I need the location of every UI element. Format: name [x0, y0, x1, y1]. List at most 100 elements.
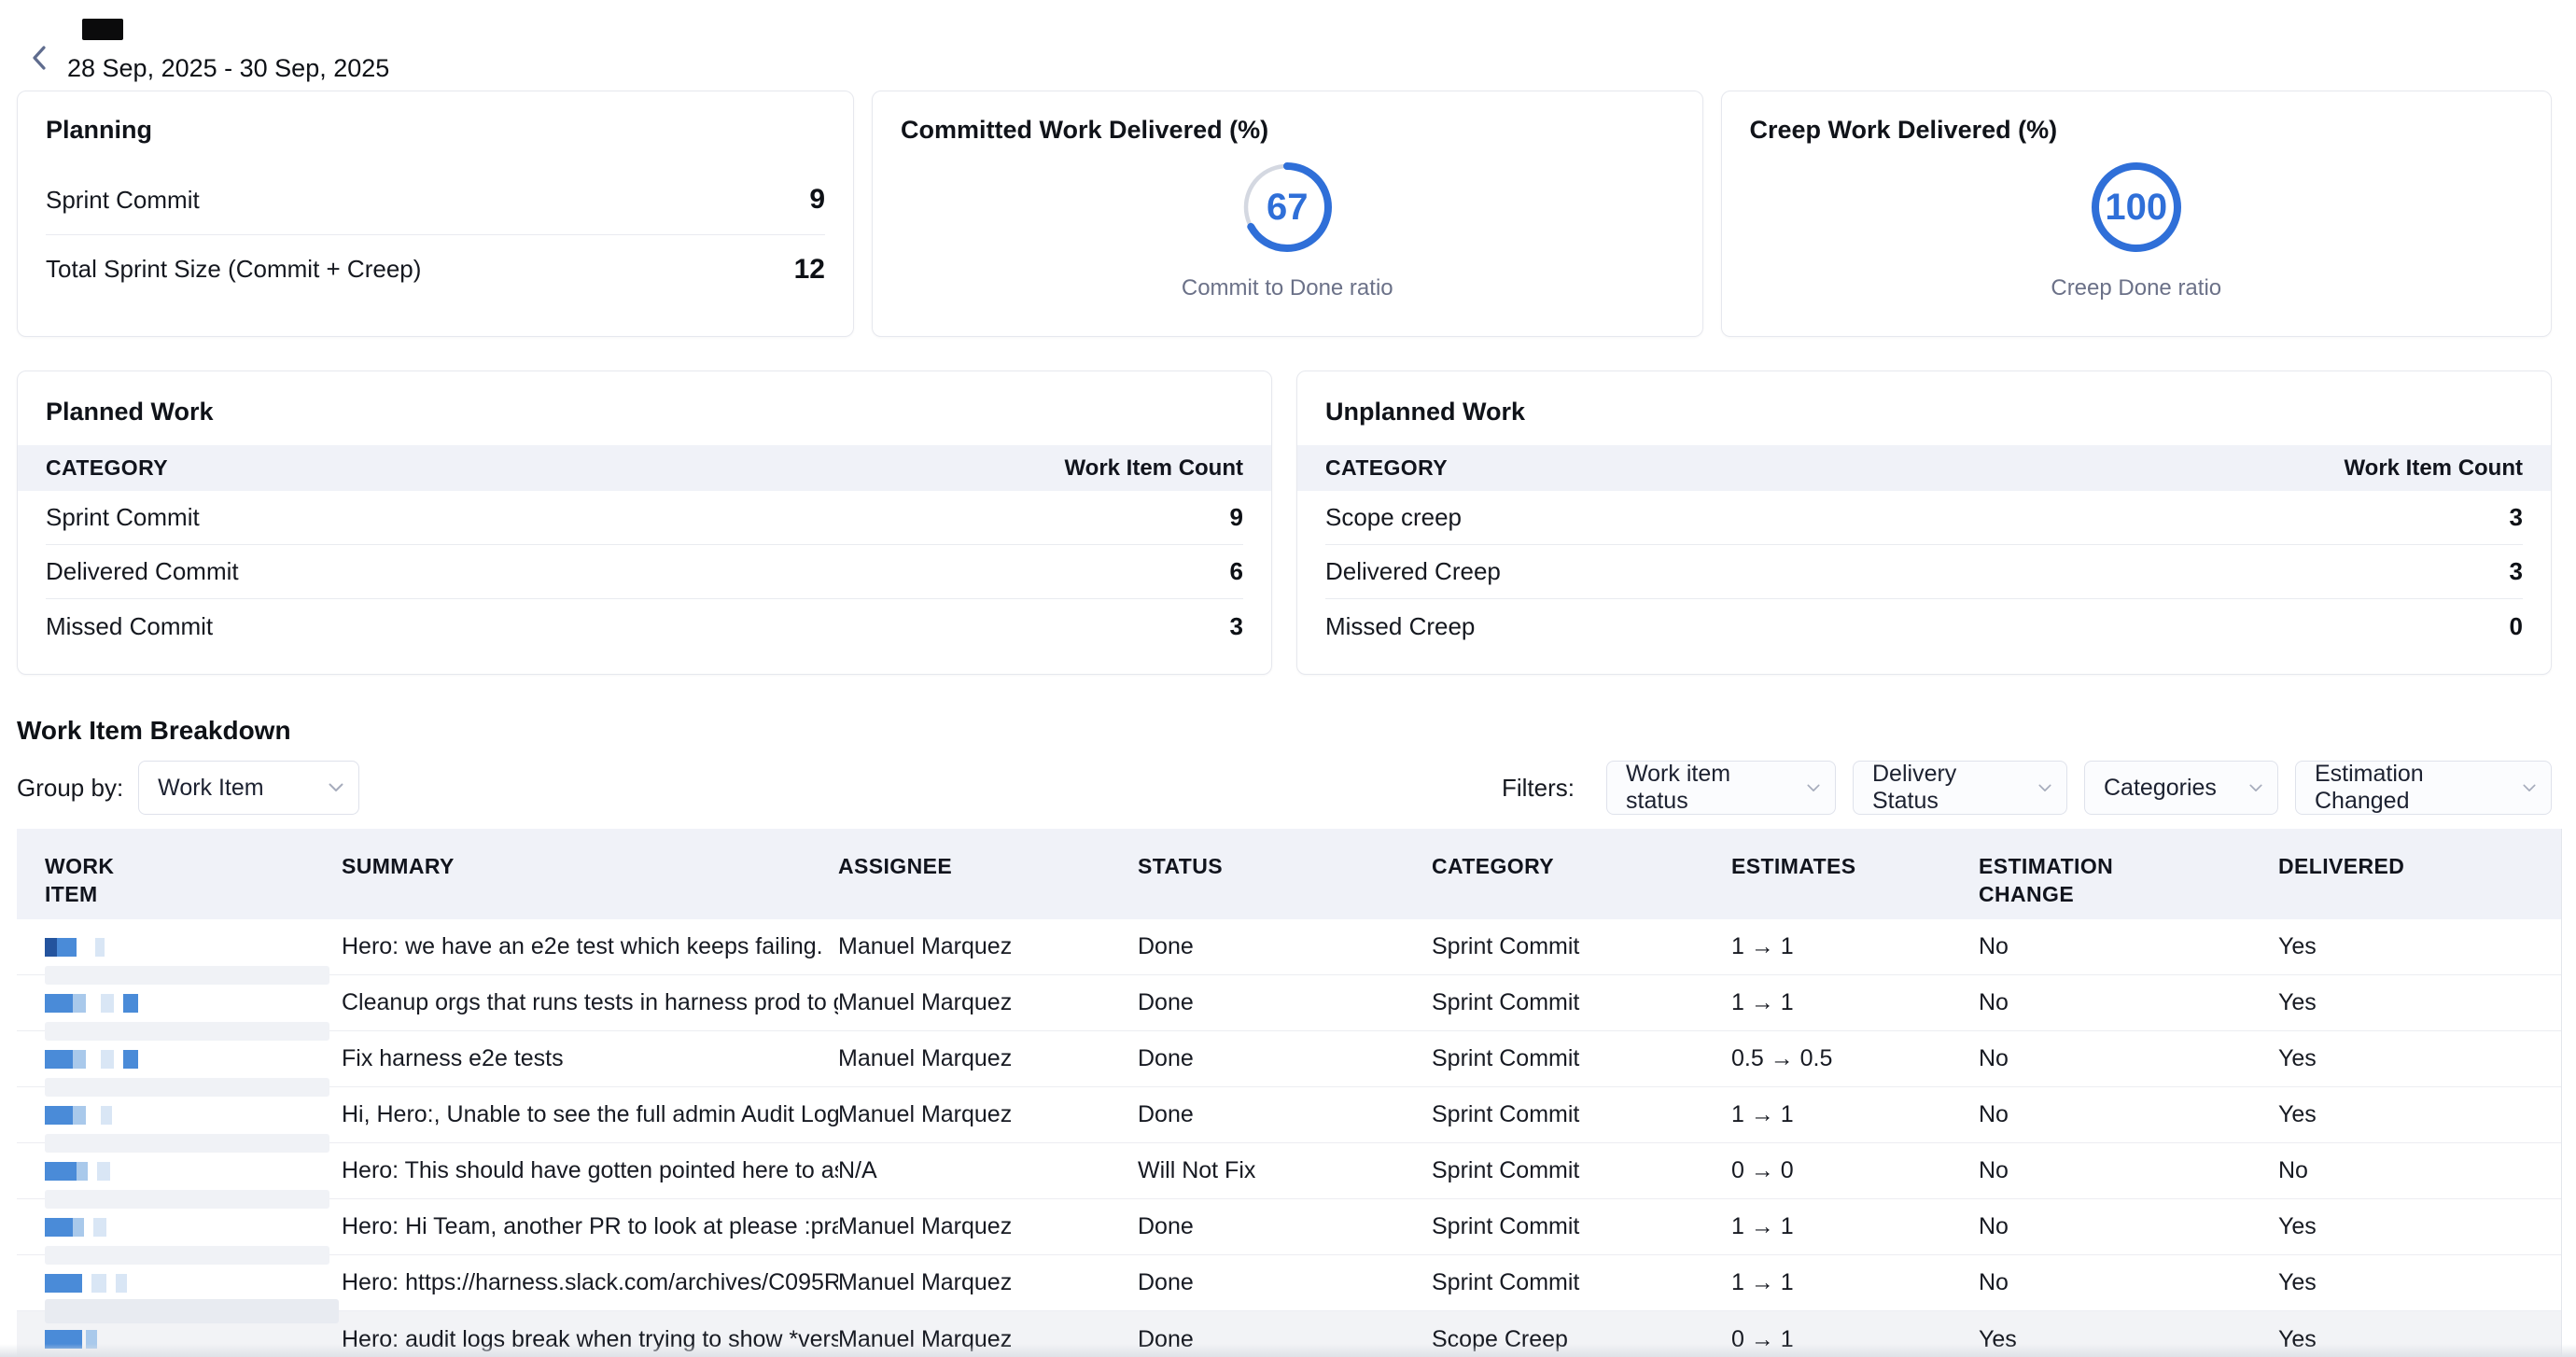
work-item-count: 3: [2510, 503, 2523, 532]
chevron-down-icon: [1807, 784, 1820, 792]
category-cell: Sprint Commit: [1432, 1045, 1731, 1072]
column-header-status: STATUS: [1138, 853, 1432, 881]
column-header-label: WORK ITEM: [45, 853, 149, 909]
back-button[interactable]: [22, 41, 56, 75]
metric-label: Sprint Commit: [46, 186, 200, 215]
group-by-select[interactable]: Work Item: [138, 761, 359, 815]
work-item-count: 3: [2510, 557, 2523, 586]
category-cell: Sprint Commit: [1432, 1101, 1731, 1128]
category-label: Delivered Creep: [1325, 557, 1501, 586]
estimates-cell: 0 → 1: [1731, 1326, 1979, 1353]
table-row[interactable]: Fix harness e2e testsManuel MarquezDoneS…: [17, 1031, 2561, 1087]
delivered-cell: Yes: [2278, 1326, 2561, 1353]
metric-value: 9: [809, 184, 825, 216]
creep-work-card-title: Creep Work Delivered (%): [1750, 116, 2524, 145]
status-cell: Done: [1138, 1101, 1432, 1128]
status-cell: Done: [1138, 1045, 1432, 1072]
filter-selected-value: Categories: [2104, 775, 2217, 802]
column-header-label: CATEGORY: [1432, 853, 1554, 881]
chevron-down-icon: [2249, 784, 2262, 792]
category-count-row: Scope creep3: [1325, 491, 2523, 545]
work-item-id-blocks: [45, 1050, 327, 1069]
committed-gauge-value: 67: [1236, 156, 1338, 259]
summary-cell: Fix harness e2e tests: [342, 1045, 838, 1072]
planning-card-title: Planning: [46, 116, 825, 145]
category-label: Delivered Commit: [46, 557, 239, 586]
planning-metrics: Sprint Commit9Total Sprint Size (Commit …: [46, 165, 825, 303]
column-header-label: SUMMARY: [342, 853, 455, 881]
category-label: Sprint Commit: [46, 503, 200, 532]
status-cell: Done: [1138, 933, 1432, 960]
work-item-id-blocks: [45, 1218, 327, 1237]
unplanned-work-rows: Scope creep3 Delivered Creep 3 Missed Creep…: [1297, 491, 2551, 653]
estimates-cell: 0.5 → 0.5: [1731, 1045, 1979, 1072]
summary-cards-row: Planning Sprint Commit9Total Sprint Size…: [0, 91, 2576, 337]
category-count-row: Missed Creep0: [1325, 599, 2523, 653]
committed-gauge-caption: Commit to Done ratio: [1182, 275, 1393, 301]
committed-work-card-title: Committed Work Delivered (%): [901, 116, 1674, 145]
summary-cell: Hero: Hi Team, another PR to look at ple…: [342, 1213, 838, 1240]
work-item-id-blocks: [45, 1274, 327, 1293]
chevron-left-icon: [28, 44, 50, 72]
estimation-change-cell: No: [1979, 1269, 2278, 1296]
status-cell: Done: [1138, 1269, 1432, 1296]
filter-select-work-item-status[interactable]: Work item status: [1606, 761, 1836, 815]
table-row[interactable]: Hi, Hero:, Unable to see the full admin …: [17, 1087, 2561, 1143]
summary-cell: Hi, Hero:, Unable to see the full admin …: [342, 1101, 838, 1128]
table-row[interactable]: Hero: we have an e2e test which keeps fa…: [17, 919, 2561, 975]
assignee-cell: Manuel Marquez: [838, 933, 1138, 960]
work-item-count: 0: [2510, 612, 2523, 641]
assignee-cell: Manuel Marquez: [838, 1213, 1138, 1240]
work-item-table-body: Hero: we have an e2e test which keeps fa…: [17, 919, 2561, 1357]
category-cell: Sprint Commit: [1432, 989, 1731, 1016]
summary-cell: Hero: https://harness.slack.com/archives…: [342, 1269, 838, 1296]
work-item-id-blocks: [45, 994, 327, 1013]
filter-select-estimation-changed[interactable]: Estimation Changed: [2295, 761, 2552, 815]
estimation-change-cell: No: [1979, 1045, 2278, 1072]
creep-gauge-value: 100: [2085, 156, 2188, 259]
planned-work-header: CATEGORY Work Item Count: [18, 445, 1271, 491]
planned-work-card: Planned Work CATEGORY Work Item Count Sp…: [17, 371, 1272, 675]
unplanned-work-header: CATEGORY Work Item Count: [1297, 445, 2551, 491]
filter-select-delivery-status[interactable]: Delivery Status: [1853, 761, 2067, 815]
work-item-count: 6: [1230, 557, 1243, 586]
summary-cell: Hero: audit logs break when trying to sh…: [342, 1326, 838, 1353]
category-count-row: Sprint Commit9: [46, 491, 1243, 545]
status-cell: Done: [1138, 1326, 1432, 1353]
table-row[interactable]: Hero: https://harness.slack.com/archives…: [17, 1255, 2561, 1311]
delivered-cell: Yes: [2278, 1101, 2561, 1128]
table-row[interactable]: Hero: audit logs break when trying to sh…: [17, 1311, 2561, 1357]
report-title-redacted: [82, 19, 123, 40]
column-header-label: ASSIGNEE: [838, 853, 952, 881]
summary-cell: Cleanup orgs that runs tests in harness …: [342, 989, 838, 1016]
summary-cell: Hero: we have an e2e test which keeps fa…: [342, 933, 838, 960]
unplanned-count-header: Work Item Count: [2344, 455, 2523, 482]
estimates-cell: 1 → 1: [1731, 989, 1979, 1016]
category-count-row: Delivered Creep 3: [1325, 545, 2523, 599]
work-item-id-redacted: [45, 1218, 342, 1237]
table-row[interactable]: Hero: This should have gotten pointed he…: [17, 1143, 2561, 1199]
work-item-id-redacted: [45, 938, 342, 957]
column-header-work-item: WORK ITEM: [45, 853, 342, 909]
unplanned-work-card: Unplanned Work CATEGORY Work Item Count …: [1296, 371, 2552, 675]
estimates-cell: 1 → 1: [1731, 1213, 1979, 1240]
filter-select-categories[interactable]: Categories: [2084, 761, 2278, 815]
category-cell: Sprint Commit: [1432, 1269, 1731, 1296]
table-row[interactable]: Cleanup orgs that runs tests in harness …: [17, 975, 2561, 1031]
column-header-label: ESTIMATES: [1731, 853, 1856, 881]
filters-group: Filters: Work item statusDelivery Status…: [1502, 761, 2552, 815]
table-row[interactable]: Hero: Hi Team, another PR to look at ple…: [17, 1199, 2561, 1255]
planned-work-rows: Sprint Commit9Delivered Commit6Missed Co…: [18, 491, 1271, 653]
sprint-date-range: 28 Sep, 2025 - 30 Sep, 2025: [67, 54, 389, 83]
column-header-label: DELIVERED: [2278, 853, 2404, 881]
group-by-label: Group by:: [17, 774, 123, 803]
work-item-id-redacted: [45, 1106, 342, 1125]
estimation-change-cell: No: [1979, 1213, 2278, 1240]
column-header-estimation-change: ESTIMATION CHANGE: [1979, 853, 2278, 909]
assignee-cell: Manuel Marquez: [838, 1045, 1138, 1072]
report-header: 28 Sep, 2025 - 30 Sep, 2025: [0, 0, 2576, 91]
assignee-cell: Manuel Marquez: [838, 989, 1138, 1016]
breakdown-controls: Group by: Work Item Filters: Work item s…: [17, 761, 2576, 815]
work-item-id-redacted: [45, 1330, 342, 1349]
creep-donut-gauge: 100: [2085, 156, 2188, 259]
